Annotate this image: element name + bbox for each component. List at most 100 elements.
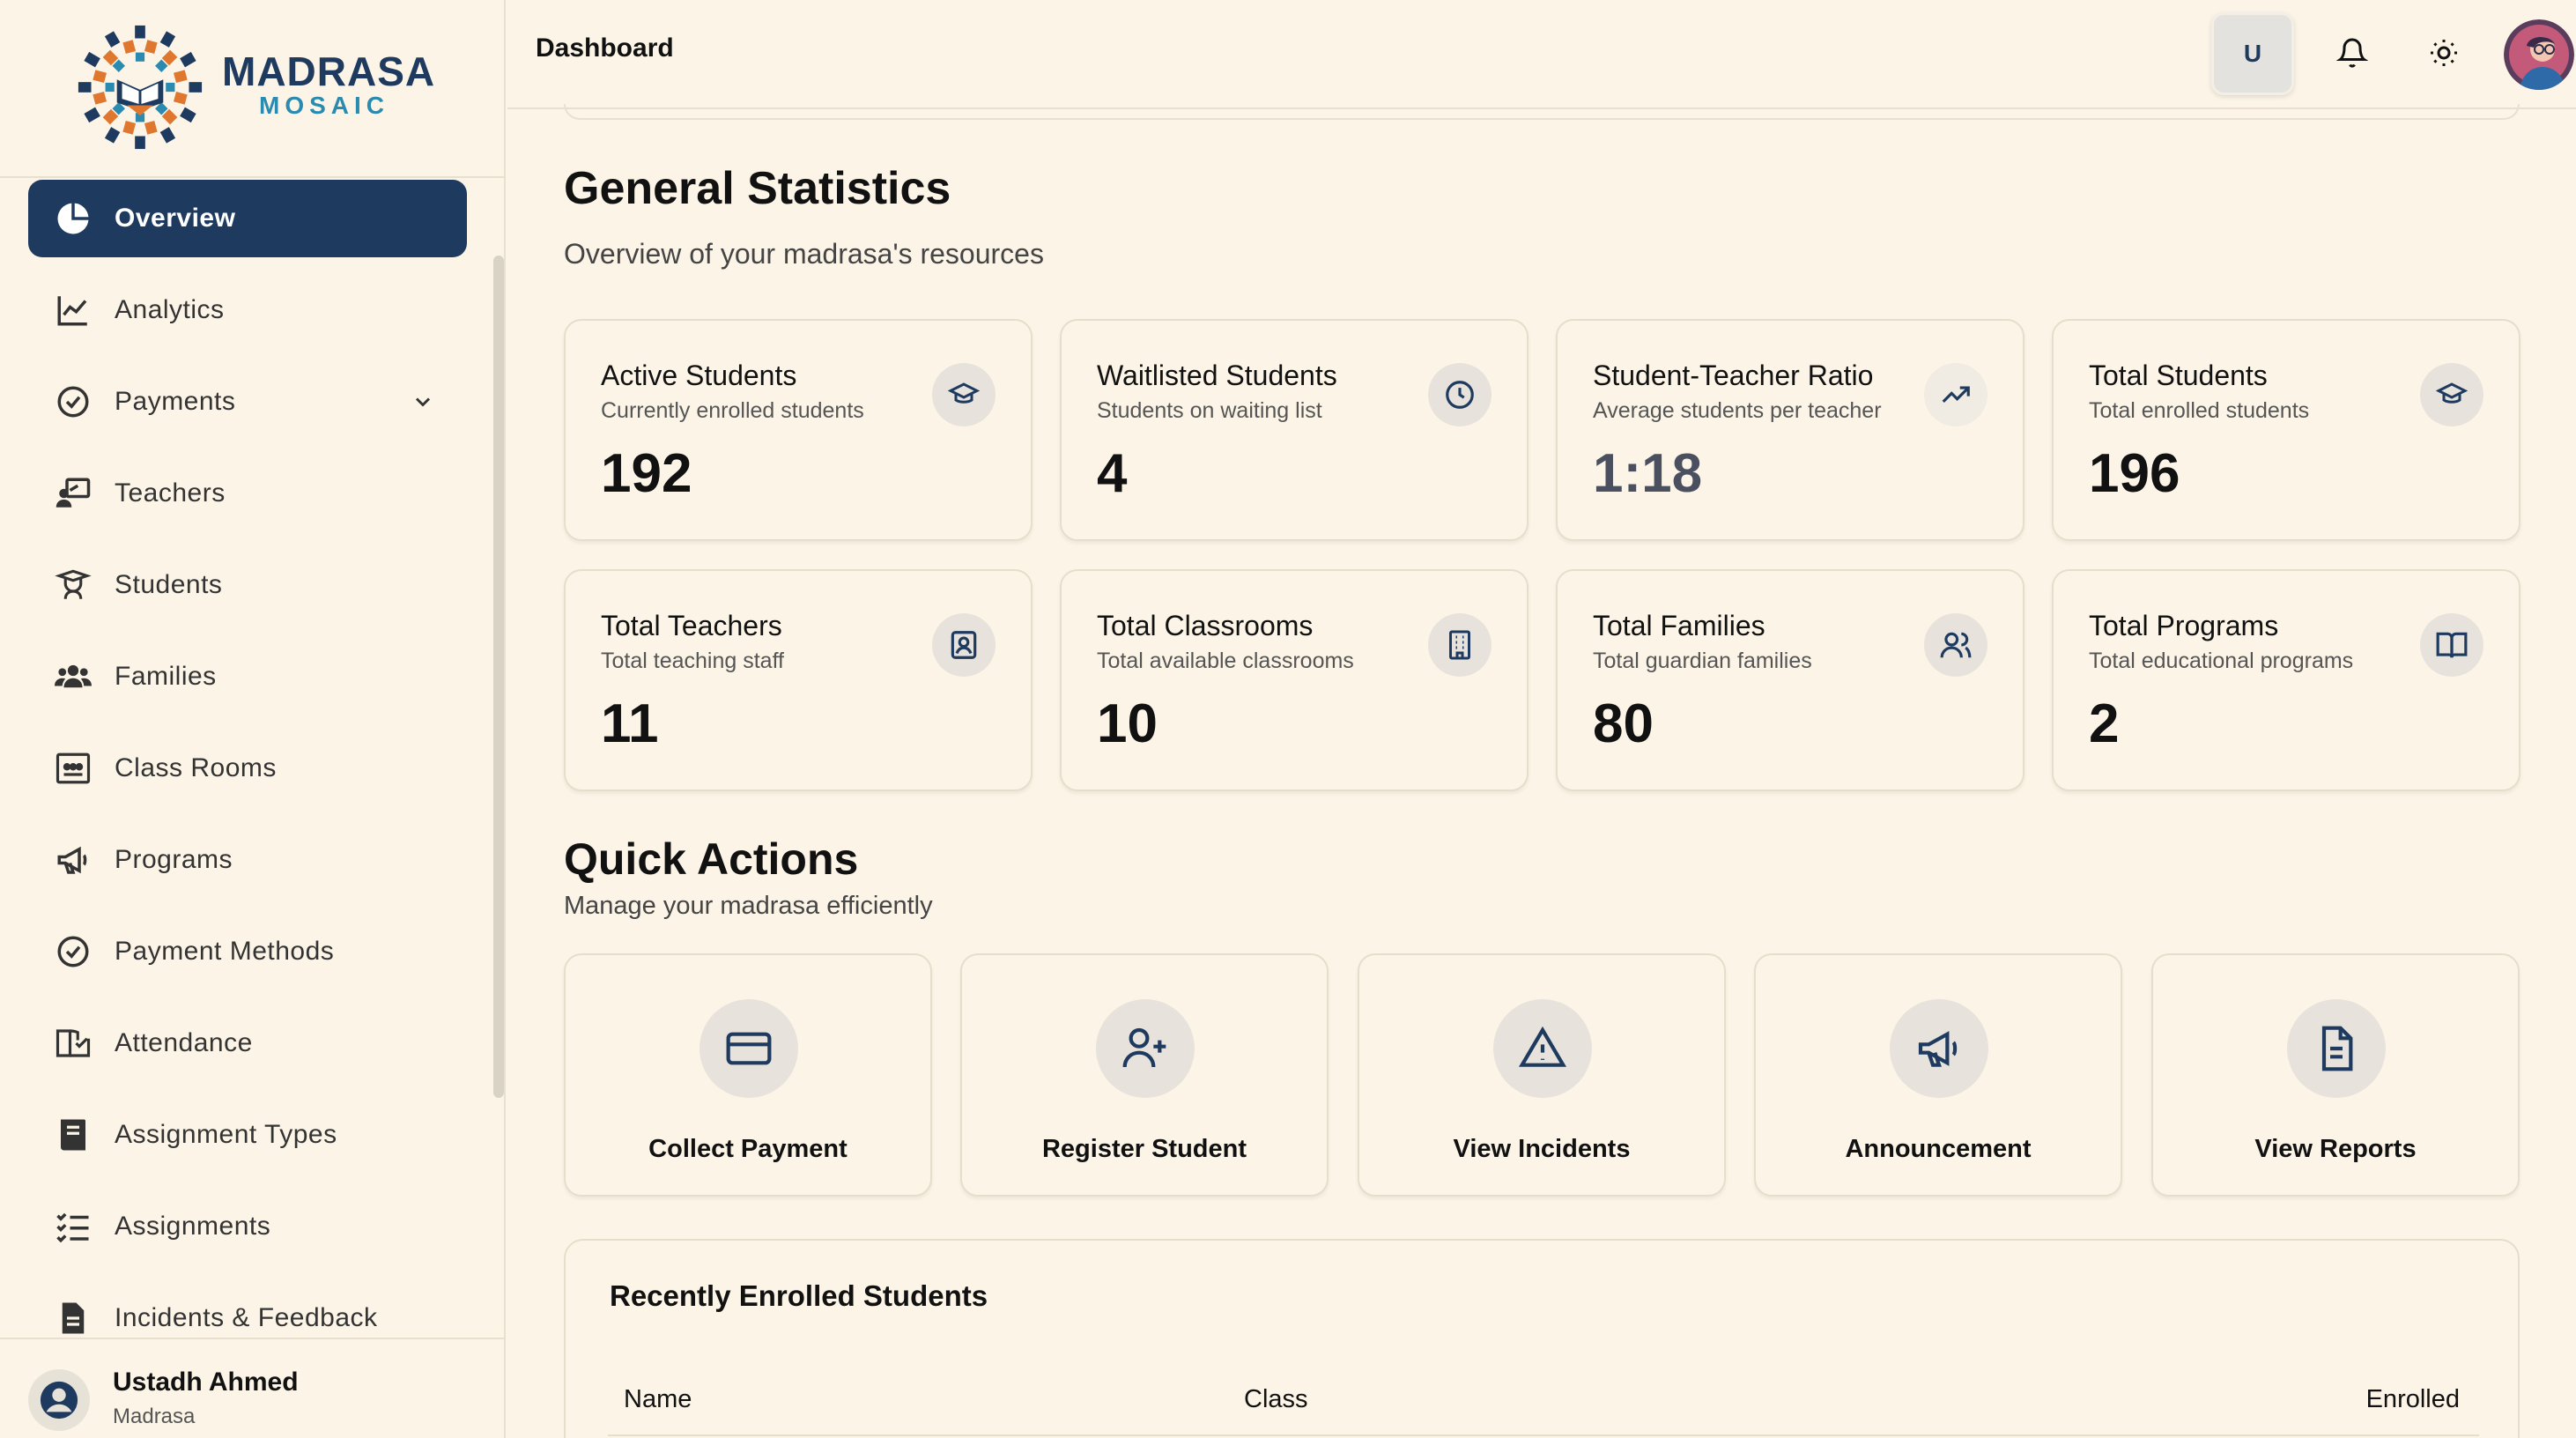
book-open-icon [2436, 632, 2468, 658]
sidebar-item-label: Class Rooms [115, 753, 277, 782]
sidebar-item-overview[interactable]: Overview [28, 180, 467, 257]
stat-value: 10 [1097, 693, 1158, 754]
stat-description: Total available classrooms [1097, 649, 1354, 673]
stat-card-active-students: Active Students Currently enrolled stude… [564, 319, 1033, 541]
stat-description: Total guardian families [1593, 649, 1812, 673]
users-icon [1940, 632, 1972, 658]
bell-icon [2336, 38, 2368, 68]
brand-name: MADRASA [222, 48, 436, 94]
register-student-button[interactable]: Register Student [960, 953, 1329, 1197]
clock-icon [1446, 381, 1474, 409]
action-icon-circle [2287, 999, 2386, 1098]
stat-value: 11 [601, 693, 659, 754]
sidebar-item-payment-methods[interactable]: Payment Methods [28, 913, 467, 990]
recent-students-title: Recently Enrolled Students [610, 1279, 988, 1312]
stat-icon-wrap [2420, 613, 2483, 677]
stat-value: 4 [1097, 443, 1128, 504]
collect-payment-button[interactable]: Collect Payment [564, 953, 932, 1197]
top-header: Dashboard U [507, 0, 2576, 109]
student-icon [55, 569, 92, 599]
user-role: Madrasa [113, 1405, 196, 1428]
stat-card-total-families: Total Families Total guardian families 8… [1556, 569, 2025, 791]
stat-value: 192 [601, 443, 692, 504]
action-label: View Reports [2254, 1135, 2417, 1163]
announcement-button[interactable]: Announcement [1754, 953, 2122, 1197]
recent-students-card: Recently Enrolled Students Name Class En… [564, 1239, 2520, 1438]
stat-title: Total Classrooms [1097, 610, 1314, 641]
user-plus-icon [1122, 1027, 1166, 1068]
file-text-icon [2321, 1026, 2353, 1071]
stat-title: Total Students [2089, 360, 2268, 391]
sidebar-item-assignments[interactable]: Assignments [28, 1188, 467, 1265]
action-label: Announcement [1845, 1135, 2032, 1163]
column-header-enrolled[interactable]: Enrolled [2366, 1385, 2460, 1414]
action-icon-circle [1890, 999, 1988, 1098]
column-header-class[interactable]: Class [1244, 1385, 1308, 1414]
sun-icon [2431, 40, 2457, 66]
madrasa-mosaic-logo [78, 25, 203, 150]
action-icon-circle [700, 999, 798, 1098]
quick-actions-subtitle: Manage your madrasa efficiently [564, 892, 933, 920]
contact-icon [951, 631, 977, 659]
action-icon-circle [1096, 999, 1195, 1098]
sidebar-item-label: Analytics [115, 295, 225, 324]
sidebar-scrollbar[interactable] [493, 256, 504, 1098]
stat-title: Waitlisted Students [1097, 360, 1337, 391]
sidebar-item-assignment-types[interactable]: Assignment Types [28, 1096, 467, 1174]
column-header-name[interactable]: Name [624, 1385, 692, 1414]
profile-avatar[interactable] [2504, 19, 2574, 90]
list-check-icon [56, 1212, 89, 1243]
sidebar-item-label: Assignments [115, 1212, 271, 1241]
sidebar-item-programs[interactable]: Programs [28, 821, 467, 899]
stat-icon-wrap [2420, 363, 2483, 426]
view-reports-button[interactable]: View Reports [2151, 953, 2520, 1197]
sidebar-item-incidents-feedback[interactable]: Incidents & Feedback [28, 1279, 467, 1338]
sidebar-item-label: Assignment Types [115, 1120, 337, 1149]
stat-icon-wrap [1924, 363, 1988, 426]
stat-title: Active Students [601, 360, 797, 391]
book-icon [61, 1119, 85, 1151]
brand[interactable]: MADRASA MOSAIC [0, 0, 504, 178]
sidebar-item-label: Overview [115, 204, 236, 233]
stat-card-total-students: Total Students Total enrolled students 1… [2052, 319, 2520, 541]
alert-triangle-icon [1518, 1026, 1567, 1067]
credit-card-icon [726, 1032, 772, 1065]
stat-card-student-teacher-ratio: Student-Teacher Ratio Average students p… [1556, 319, 2025, 541]
stat-value: 1:18 [1593, 443, 1703, 504]
sidebar-item-families[interactable]: Families [28, 638, 467, 715]
check-circle-icon [57, 386, 89, 418]
user-panel[interactable]: Ustadh Ahmed Madrasa [0, 1338, 504, 1438]
theme-toggle-button[interactable] [2423, 32, 2465, 74]
stat-title: Total Teachers [601, 610, 782, 641]
stats-section-subtitle: Overview of your madrasa's resources [564, 238, 1044, 270]
megaphone-icon [1918, 1031, 1958, 1067]
stat-icon-wrap [932, 613, 996, 677]
brand-subtitle: MOSAIC [259, 92, 389, 119]
line-chart-icon [57, 296, 87, 326]
sidebar-item-label: Payments [115, 387, 236, 416]
action-label: View Incidents [1453, 1135, 1631, 1163]
classroom-icon [56, 752, 91, 784]
user-name: Ustadh Ahmed [113, 1368, 299, 1397]
view-incidents-button[interactable]: View Incidents [1358, 953, 1726, 1197]
sidebar-item-payments[interactable]: Payments [28, 363, 467, 441]
sidebar-item-teachers[interactable]: Teachers [28, 455, 467, 532]
stat-description: Currently enrolled students [601, 398, 864, 423]
users-icon [55, 664, 92, 688]
stat-value: 80 [1593, 693, 1654, 754]
sidebar-item-analytics[interactable]: Analytics [28, 271, 467, 349]
notifications-button[interactable] [2331, 32, 2373, 74]
stat-description: Total educational programs [2089, 649, 2354, 673]
stat-title: Student-Teacher Ratio [1593, 360, 1874, 391]
sidebar-item-label: Incidents & Feedback [115, 1303, 378, 1332]
table-header-divider [608, 1434, 2479, 1436]
stat-description: Total teaching staff [601, 649, 785, 673]
sidebar-item-attendance[interactable]: Attendance [28, 1004, 467, 1082]
stat-value: 196 [2089, 443, 2180, 504]
stat-card-waitlisted-students: Waitlisted Students Students on waiting … [1060, 319, 1529, 541]
sidebar-item-students[interactable]: Students [28, 546, 467, 624]
user-initial-button[interactable]: U [2211, 12, 2294, 95]
stat-icon-wrap [1924, 613, 1988, 677]
chevron-down-icon[interactable] [411, 389, 435, 414]
sidebar-item-class-rooms[interactable]: Class Rooms [28, 730, 467, 807]
